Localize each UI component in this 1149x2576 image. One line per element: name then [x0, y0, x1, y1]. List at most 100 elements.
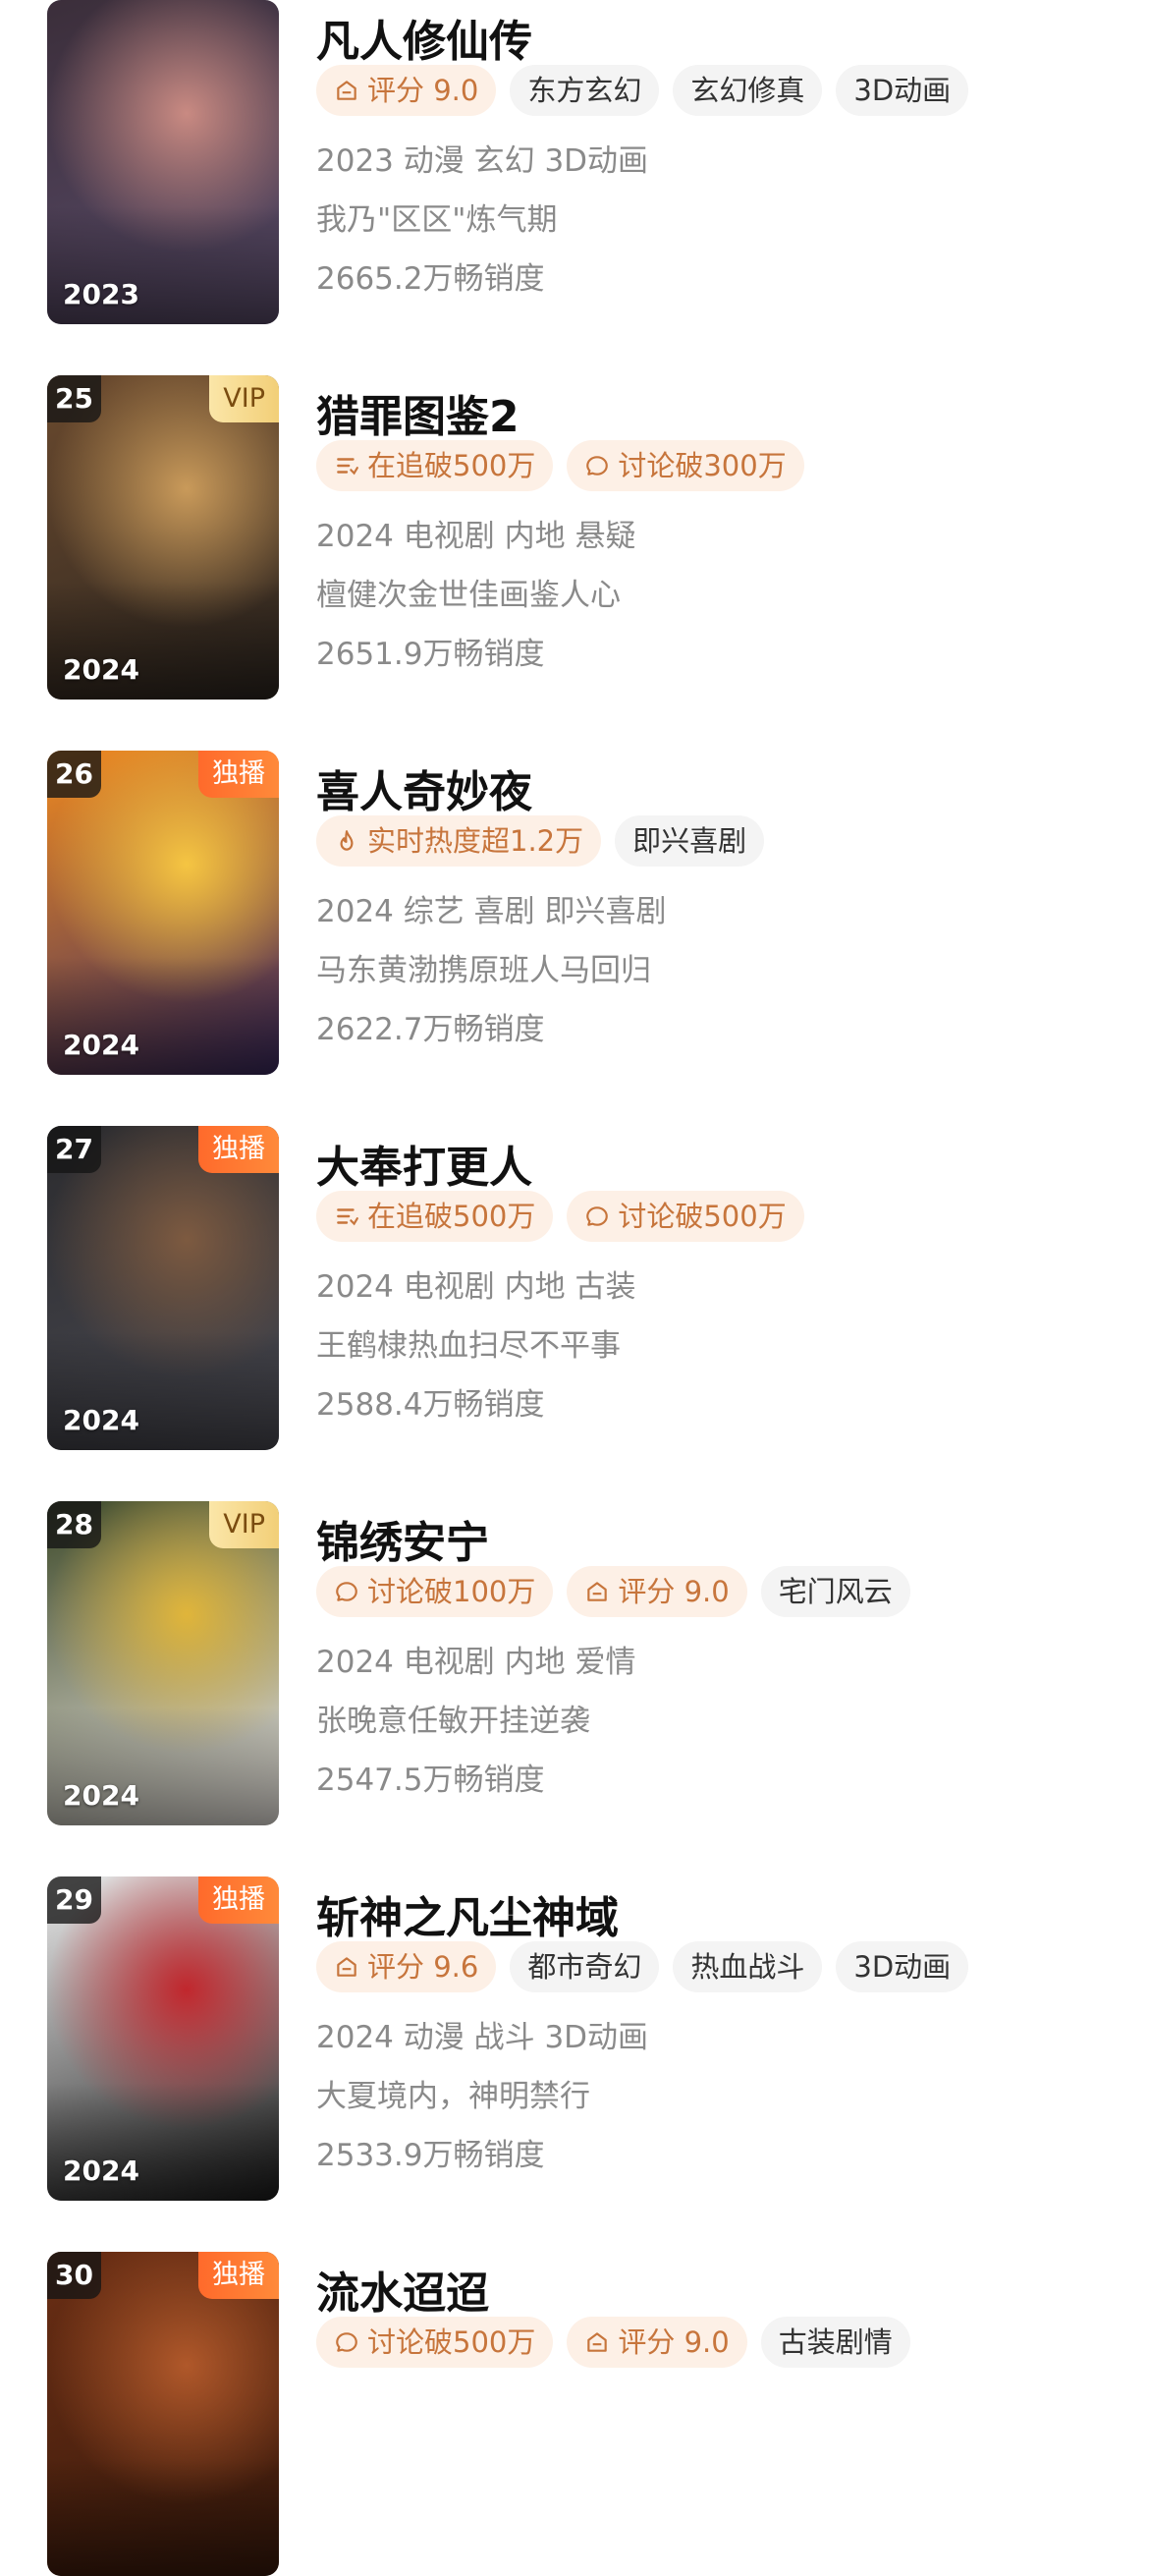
item-meta: 2023 动漫 玄幻 3D动画: [316, 143, 649, 179]
genre-tag: 都市奇幻: [510, 1941, 660, 1992]
tag-row: 在追破500万 讨论破500万: [316, 1191, 804, 1246]
rank-badge: 29: [47, 1876, 101, 1924]
item-sales: 2533.9万畅销度: [316, 2138, 545, 2173]
tag-label: 评分 9.0: [367, 74, 479, 107]
item-meta: 2024 电视剧 内地 爱情: [316, 1645, 636, 1680]
tag-label: 3D动画: [853, 74, 952, 107]
tag-row: 讨论破100万 评分 9.0 宅门风云: [316, 1566, 910, 1621]
item-description: 王鹤棣热血扫尽不平事: [316, 1328, 621, 1364]
item-sales: 2665.2万畅销度: [316, 261, 545, 297]
score-icon: [334, 78, 359, 103]
tag-label: 讨论破500万: [367, 2325, 536, 2359]
item-description: 我乃"区区"炼气期: [316, 202, 558, 238]
highlight-tag: 实时热度超1.2万: [316, 815, 602, 867]
tag-label: 在追破500万: [367, 1200, 536, 1233]
tag-label: 讨论破300万: [618, 449, 787, 482]
item-sales: 2588.4万畅销度: [316, 1387, 545, 1423]
poster-image[interactable]: 30 独播: [47, 2252, 279, 2576]
tag-label: 热血战斗: [690, 1950, 805, 1984]
poster-year: 2024: [63, 2155, 139, 2187]
ranking-item[interactable]: 2023 凡人修仙传评分 9.0 东方玄幻 玄幻修真 3D动画 2023 动漫 玄幻 3D…: [0, 0, 1149, 324]
highlight-tag: 评分 9.6: [316, 1941, 497, 1992]
item-sales: 2547.5万畅销度: [316, 1763, 545, 1798]
tag-row: 评分 9.6 都市奇幻 热血战斗 3D动画: [316, 1941, 969, 1996]
chat-icon: [584, 1204, 610, 1229]
tag-label: 评分 9.6: [367, 1950, 479, 1984]
ranking-item[interactable]: 30 独播 流水迢迢讨论破500万 评分 9.0 古装剧情: [0, 2199, 1149, 2576]
ranking-item[interactable]: 25 VIP 2024 猎罪图鉴2 在追破500万 讨论破300万 2024 电视剧 内地 …: [0, 322, 1149, 700]
chat-icon: [584, 453, 610, 478]
ranking-item[interactable]: 28 VIP 2024 锦绣安宁 讨论破100万 评分 9.0 宅门风云 2024 电视剧 内…: [0, 1448, 1149, 1825]
item-meta: 2024 动漫 战斗 3D动画: [316, 2020, 649, 2055]
item-title[interactable]: 斩神之凡尘神域: [316, 1882, 619, 1945]
item-meta: 2024 电视剧 内地 悬疑: [316, 519, 636, 554]
item-title[interactable]: 凡人修仙传: [316, 6, 532, 69]
rank-badge: 26: [47, 751, 101, 798]
tag-label: 宅门风云: [778, 1575, 893, 1608]
exclusive-badge: 独播: [198, 1126, 279, 1173]
vip-badge: VIP: [209, 1501, 279, 1548]
genre-tag: 3D动画: [836, 65, 969, 116]
tag-label: 即兴喜剧: [632, 824, 747, 858]
ranking-list: 2023 凡人修仙传评分 9.0 东方玄幻 玄幻修真 3D动画 2023 动漫 玄幻 3D…: [0, 0, 1149, 2576]
poster-year: 2023: [63, 278, 139, 310]
highlight-tag: 在追破500万: [316, 440, 554, 491]
item-description: 马东黄渤携原班人马回归: [316, 953, 651, 988]
flame-icon: [334, 828, 359, 854]
tag-label: 在追破500万: [367, 449, 536, 482]
item-title[interactable]: 流水迢迢: [316, 2258, 489, 2321]
poster-year: 2024: [63, 1404, 139, 1436]
item-meta: 2024 综艺 喜剧 即兴喜剧: [316, 894, 667, 929]
genre-tag: 宅门风云: [760, 1566, 910, 1617]
item-title[interactable]: 锦绣安宁: [316, 1507, 489, 1570]
tag-label: 都市奇幻: [527, 1950, 642, 1984]
poster-image[interactable]: 28 VIP 2024: [47, 1501, 279, 1825]
tag-label: 实时热度超1.2万: [367, 824, 584, 858]
poster-year: 2024: [63, 1779, 139, 1812]
vip-badge: VIP: [209, 375, 279, 422]
poster-image[interactable]: 29 独播 2024: [47, 1876, 279, 2201]
tag-row: 在追破500万 讨论破300万: [316, 440, 804, 495]
item-description: 檀健次金世佳画鉴人心: [316, 578, 621, 613]
genre-tag: 热血战斗: [673, 1941, 823, 1992]
highlight-tag: 评分 9.0: [567, 1566, 747, 1617]
item-description: 张晚意任敏开挂逆袭: [316, 1704, 590, 1739]
exclusive-badge: 独播: [198, 1876, 279, 1924]
highlight-tag: 讨论破100万: [316, 1566, 554, 1617]
score-icon: [584, 1579, 610, 1604]
poster-year: 2024: [63, 653, 139, 686]
ranking-item[interactable]: 29 独播 2024 斩神之凡尘神域评分 9.6 都市奇幻 热血战斗 3D动画 2024 动漫…: [0, 1823, 1149, 2201]
highlight-tag: 讨论破500万: [567, 1191, 804, 1242]
tag-label: 东方玄幻: [527, 74, 642, 107]
tag-row: 实时热度超1.2万 即兴喜剧: [316, 815, 765, 870]
genre-tag: 玄幻修真: [673, 65, 823, 116]
item-description: 大夏境内，神明禁行: [316, 2079, 590, 2114]
highlight-tag: 在追破500万: [316, 1191, 554, 1242]
tag-label: 3D动画: [853, 1950, 952, 1984]
highlight-tag: 讨论破300万: [567, 440, 804, 491]
poster-image[interactable]: 26 独播 2024: [47, 751, 279, 1075]
tag-label: 讨论破100万: [367, 1575, 536, 1608]
poster-year: 2024: [63, 1029, 139, 1061]
score-icon: [334, 1954, 359, 1980]
poster-image[interactable]: 2023: [47, 0, 279, 324]
poster-shade: [47, 2458, 279, 2576]
genre-tag: 古装剧情: [760, 2317, 910, 2368]
poster-image[interactable]: 27 独播 2024: [47, 1126, 279, 1450]
tag-label: 讨论破500万: [618, 1200, 787, 1233]
ranking-item[interactable]: 27 独播 2024 大奉打更人 在追破500万 讨论破500万 2024 电视剧 内地 古…: [0, 1073, 1149, 1450]
highlight-tag: 评分 9.0: [316, 65, 497, 116]
poster-image[interactable]: 25 VIP 2024: [47, 375, 279, 700]
tag-row: 评分 9.0 东方玄幻 玄幻修真 3D动画: [316, 65, 969, 120]
tag-label: 玄幻修真: [690, 74, 805, 107]
rank-badge: 30: [47, 2252, 101, 2299]
list-icon: [334, 453, 359, 478]
highlight-tag: 评分 9.0: [567, 2317, 747, 2368]
chat-icon: [334, 2329, 359, 2355]
item-title[interactable]: 大奉打更人: [316, 1132, 532, 1195]
item-title[interactable]: 猎罪图鉴2: [316, 381, 520, 444]
list-icon: [334, 1204, 359, 1229]
item-title[interactable]: 喜人奇妙夜: [316, 756, 532, 819]
score-icon: [584, 2329, 610, 2355]
ranking-item[interactable]: 26 独播 2024 喜人奇妙夜实时热度超1.2万 即兴喜剧 2024 综艺 喜剧 即兴喜…: [0, 698, 1149, 1075]
